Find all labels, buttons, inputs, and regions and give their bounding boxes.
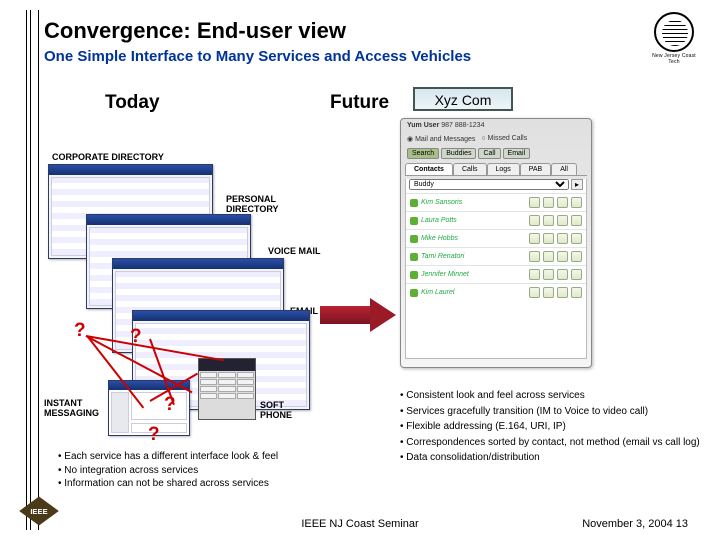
presence-icon [410,253,418,261]
slide-title: Convergence: End-user view [44,18,346,44]
future-heading: Future [330,92,389,114]
presence-icon [410,199,418,207]
contact-name: Kim Sansoris [421,199,526,206]
contact-action-chat[interactable] [543,197,554,208]
rule-line [30,10,31,530]
presence-icon [410,217,418,225]
contact-action-mail[interactable] [571,233,582,244]
contact-action-mail[interactable] [571,251,582,262]
contact-action-IM[interactable] [557,197,568,208]
app-button-search[interactable]: Search [407,148,439,159]
contact-action-IM[interactable] [557,269,568,280]
slide-subtitle: One Simple Interface to Many Services an… [44,48,471,65]
page-date-number: November 3, 2004 13 [582,518,688,530]
contact-action-call[interactable] [529,287,540,298]
contact-name: Jennifer Minnet [421,271,526,278]
user-number: 987 888-1234 [441,122,484,129]
future-unified-app: Yum User 987 888-1234 ◉ Mail and Message… [400,118,592,368]
contact-row[interactable]: Laura Potts [406,211,586,229]
radio-mail[interactable]: Mail and Messages [415,136,475,143]
contact-action-mail[interactable] [571,197,582,208]
label-pers-dir: PERSONAL DIRECTORY [226,194,279,214]
contact-action-call[interactable] [529,233,540,244]
contact-action-call[interactable] [529,215,540,226]
dropdown-go[interactable]: ▸ [571,179,583,190]
top-right-logo: New Jersey Coast Tech [646,12,702,58]
logo-caption: New Jersey Coast Tech [646,53,702,65]
rule-line [38,10,39,530]
contact-name: Tami Renatori [421,253,526,260]
contact-action-chat[interactable] [543,233,554,244]
today-bullets: • Each service has a different interface… [58,450,278,491]
app-button-buddies[interactable]: Buddies [441,148,476,159]
presence-icon [410,271,418,279]
contact-action-mail[interactable] [571,287,582,298]
contact-action-chat[interactable] [543,287,554,298]
tab-contacts[interactable]: Contacts [405,163,453,175]
app-button-call[interactable]: Call [478,148,500,159]
contact-row[interactable]: Kim Sansoris [406,193,586,211]
radio-missed[interactable]: Missed Calls [488,135,528,142]
contact-action-IM[interactable] [557,287,568,298]
contact-row[interactable]: Kim Laurel [406,283,586,301]
convergence-arrow-icon [320,298,398,332]
contact-row[interactable]: Jennifer Minnet [406,265,586,283]
question-mark: ? [130,326,142,348]
tab-logs[interactable]: Logs [487,163,520,175]
contact-action-IM[interactable] [557,215,568,226]
rule-line [26,10,27,530]
question-mark: ? [74,320,86,342]
label-im: INSTANT MESSAGING [44,398,99,418]
future-app-brand: Xyz Com [413,87,513,111]
label-voice-mail: VOICE MAIL [268,246,321,256]
future-bullets: • Consistent look and feel across servic… [400,388,700,466]
contact-action-IM[interactable] [557,233,568,244]
label-corp-dir: CORPORATE DIRECTORY [52,152,164,162]
tab-pab[interactable]: PAB [520,163,552,175]
question-mark: ? [164,394,176,416]
tab-calls[interactable]: Calls [453,163,487,175]
app-button-email[interactable]: Email [503,148,531,159]
contact-action-chat[interactable] [543,269,554,280]
contact-action-mail[interactable] [571,269,582,280]
question-mark: ? [148,424,160,446]
window-soft-phone [198,358,256,420]
contact-action-chat[interactable] [543,215,554,226]
today-heading: Today [105,92,160,114]
user-label: Yum User [407,122,439,129]
presence-icon [410,235,418,243]
contact-action-call[interactable] [529,197,540,208]
contact-action-IM[interactable] [557,251,568,262]
contact-row[interactable]: Mike Hobbs [406,229,586,247]
group-dropdown[interactable]: Buddy [409,179,569,190]
contact-action-mail[interactable] [571,215,582,226]
label-soft-phone: SOFT PHONE [260,400,292,420]
svg-text:IEEE: IEEE [30,507,47,516]
contact-action-call[interactable] [529,269,540,280]
contact-name: Kim Laurel [421,289,526,296]
contact-name: Mike Hobbs [421,235,526,242]
contact-row[interactable]: Tami Renatori [406,247,586,265]
contact-name: Laura Potts [421,217,526,224]
tab-all[interactable]: All [551,163,577,175]
contact-action-chat[interactable] [543,251,554,262]
contact-action-call[interactable] [529,251,540,262]
presence-icon [410,289,418,297]
